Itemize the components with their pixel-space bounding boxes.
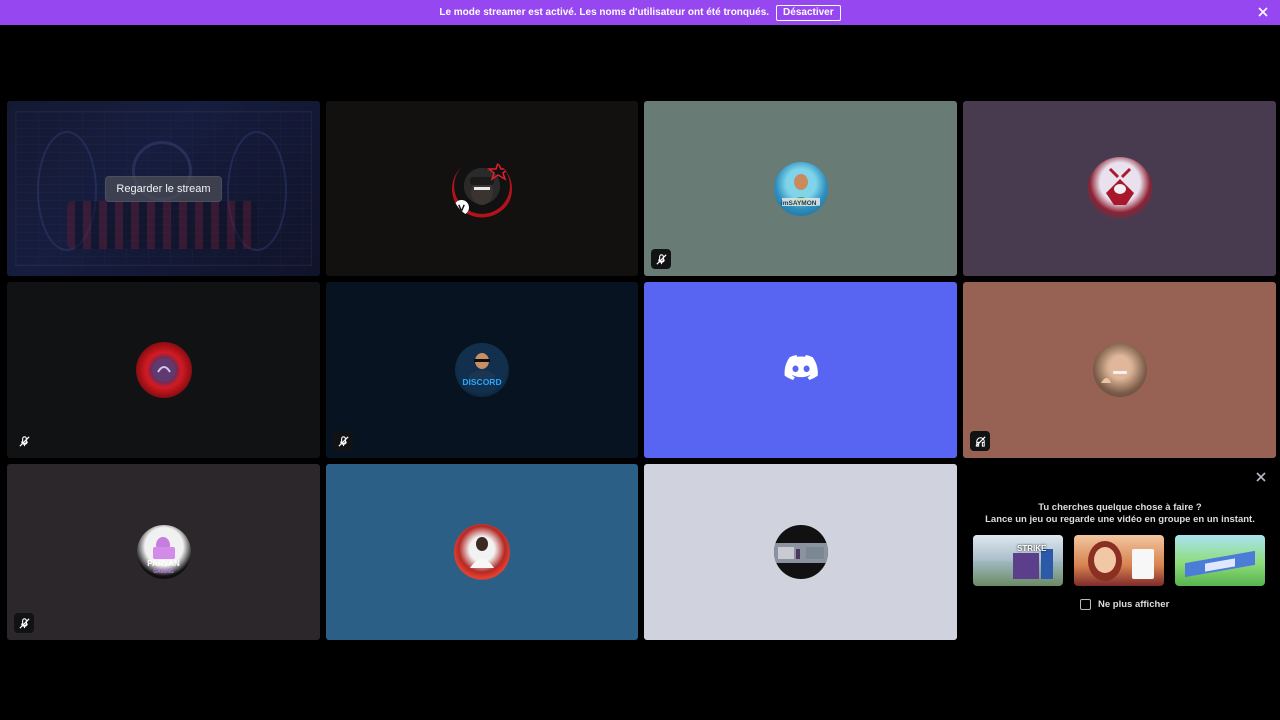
participant-tile[interactable]: DISCORD [326,282,638,458]
mic-muted-icon [651,249,671,269]
avatar-text: imSAYMON_ [780,199,821,207]
participant-tile[interactable]: imSAYMON_ [644,101,957,276]
activity-thumbnail-poker[interactable] [1074,535,1164,586]
activity-thumbnail-strike[interactable]: STRIKE [973,535,1063,586]
avatar [1092,343,1147,397]
participant-tile[interactable] [963,101,1276,276]
avatar: imSAYMON_ [773,161,828,216]
participant-tile[interactable] [644,282,957,458]
avatar [773,525,828,579]
dont-show-again-checkbox[interactable]: Ne plus afficher [1080,599,1169,610]
stream-tile[interactable]: Regarder le stream [7,101,320,276]
avatar-text: DISCORD [462,377,502,387]
participant-tile[interactable] [644,464,957,640]
mic-muted-icon [14,431,34,451]
avatar: PARVAN GAMING [136,525,191,579]
watch-stream-button[interactable]: Regarder le stream [105,175,222,202]
avatar [135,342,192,398]
mic-muted-icon [333,431,353,451]
avatar-text: PARVAN [147,559,180,568]
participant-tile[interactable] [326,101,638,276]
participant-tile[interactable] [326,464,638,640]
activity-thumbnail-race[interactable] [1175,535,1265,586]
avatar-subtext: GAMING [153,569,174,575]
disable-streamer-mode-button[interactable]: Désactiver [776,4,841,21]
avatar: DISCORD [455,343,509,397]
mic-muted-icon [14,613,34,633]
activity-prompt-subtitle: Lance un jeu ou regarde une vidéo en gro… [985,514,1255,525]
participant-tile[interactable] [7,282,320,458]
avatar [452,158,512,219]
avatar [1087,156,1152,221]
dont-show-again-label: Ne plus afficher [1098,599,1170,610]
deafened-icon [970,431,990,451]
activity-suggestion-panel: Tu cherches quelque chose à faire ? Lanc… [963,463,1277,640]
activity-prompt-title: Tu cherches quelque chose à faire ? [1038,502,1202,513]
participant-tile[interactable]: PARVAN GAMING [7,464,320,640]
badge-icon [454,199,469,215]
discord-logo-icon [784,354,818,386]
close-icon[interactable] [1256,5,1270,19]
checkbox-box[interactable] [1080,599,1091,610]
avatar [454,524,510,580]
participant-tile[interactable] [963,282,1276,458]
banner-message: Le mode streamer est activé. Les noms d'… [439,7,770,18]
close-icon[interactable] [1254,470,1268,484]
streamer-mode-banner: Le mode streamer est activé. Les noms d'… [0,0,1280,25]
game-label: STRIKE [1017,544,1047,553]
